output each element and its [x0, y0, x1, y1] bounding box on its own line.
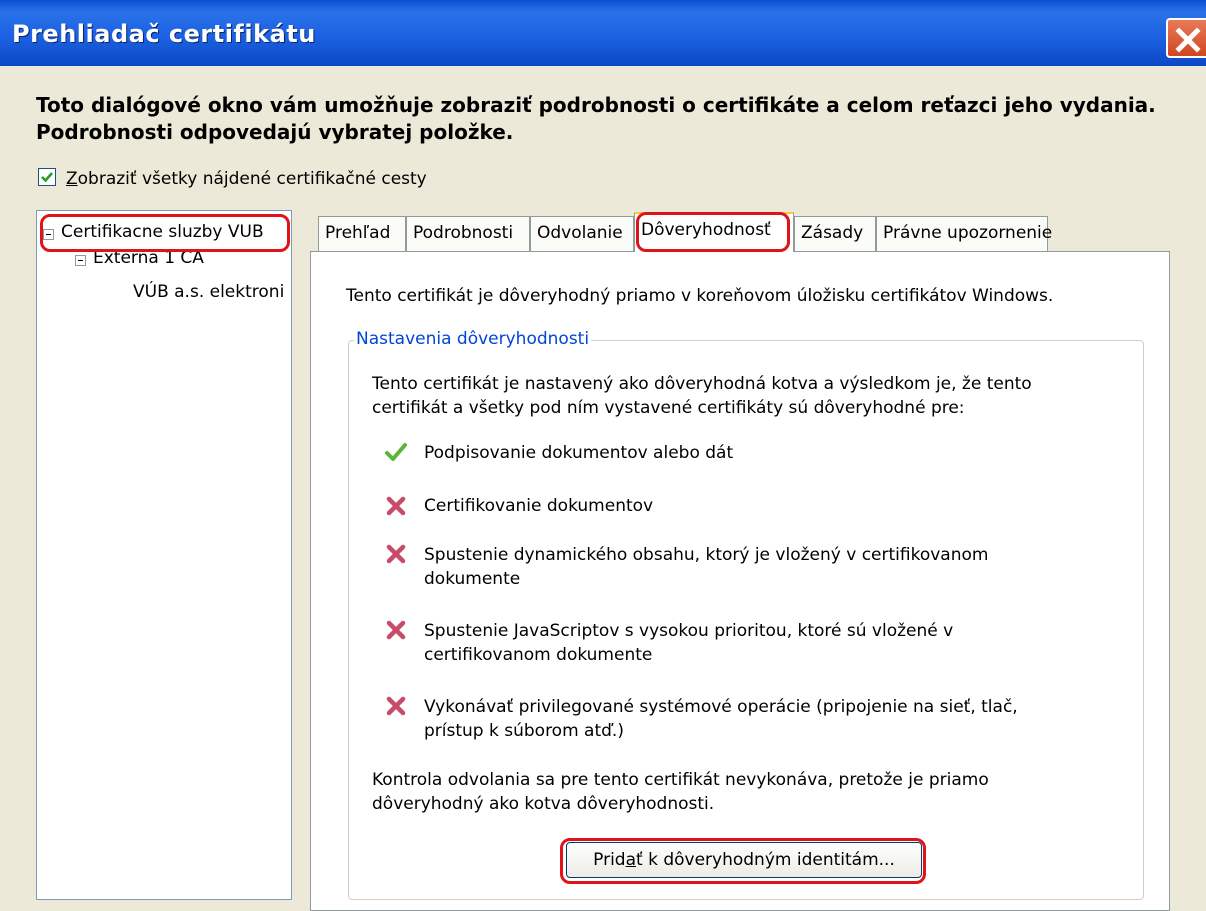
- show-all-paths-checkbox[interactable]: [38, 168, 56, 186]
- tab-pravne-upozornenie[interactable]: Právne upozornenie: [876, 216, 1052, 251]
- tab-highlight-annotation: [636, 212, 790, 252]
- trust-settings-title: Nastavenia dôveryhodnosti: [354, 329, 592, 349]
- access-key-letter: Z: [66, 169, 78, 189]
- trust-item-5-line-2: prístup k súborom atď.): [424, 721, 624, 741]
- trust-item-1: Podpisovanie dokumentov alebo dát: [424, 443, 734, 463]
- trust-item-4: Spustenie JavaScriptov s vysokou priorit…: [424, 619, 953, 667]
- revocation-note: Kontrola odvolania sa pre tento certifik…: [372, 768, 989, 816]
- trust-intro-line-1: Tento certifikát je nastavený ako dôvery…: [372, 374, 1032, 394]
- button-highlight-annotation: [560, 838, 926, 884]
- close-icon: [1175, 27, 1201, 53]
- dialog-description: Toto dialógové okno vám umožňuje zobrazi…: [36, 92, 1156, 146]
- title-bar: Prehliadač certifikátu: [0, 0, 1206, 66]
- check-icon: [385, 443, 407, 461]
- tree-item-leaf[interactable]: VÚB a.s. elektroni: [133, 282, 284, 302]
- revocation-note-line-2: dôveryhodný ako kotva dôveryhodnosti.: [372, 794, 715, 814]
- trust-item-4-line-2: certifikovanom dokumente: [424, 645, 653, 665]
- trust-intro: Tento certifikát je nastavený ako dôvery…: [372, 372, 1032, 420]
- tab-prehlad[interactable]: Prehľad: [318, 216, 406, 251]
- cross-icon: [386, 696, 406, 716]
- cross-icon: [386, 544, 406, 564]
- trust-item-2: Certifikovanie dokumentov: [424, 496, 654, 516]
- tab-zasady[interactable]: Zásady: [794, 216, 876, 251]
- checkmark-icon: [41, 172, 53, 183]
- description-line-2: Podrobnosti odpovedajú vybratej položke.: [36, 120, 514, 144]
- cross-icon: [386, 620, 406, 640]
- show-all-paths-label[interactable]: Zobraziť všetky nájdené certifikačné ces…: [66, 169, 427, 189]
- window-title: Prehliadač certifikátu: [12, 20, 316, 48]
- trust-item-3-line-2: dokumente: [424, 569, 521, 589]
- tab-odvolanie[interactable]: Odvolanie: [530, 216, 634, 251]
- description-line-1: Toto dialógové okno vám umožňuje zobrazi…: [36, 93, 1156, 117]
- root-highlight-annotation: [40, 214, 290, 252]
- trust-item-4-line-1: Spustenie JavaScriptov s vysokou priorit…: [424, 621, 954, 641]
- revocation-note-line-1: Kontrola odvolania sa pre tento certifik…: [372, 770, 989, 790]
- trust-item-5-line-1: Vykonávať privilegované systémové operác…: [424, 697, 1018, 717]
- trust-item-3-line-1: Spustenie dynamického obsahu, ktorý je v…: [424, 545, 989, 565]
- close-button[interactable]: [1166, 18, 1206, 58]
- trust-intro-line-2: certifikát a všetky pod ním vystavené ce…: [372, 398, 965, 418]
- trust-summary: Tento certifikát je dôveryhodný priamo v…: [346, 286, 1054, 306]
- tab-podrobnosti[interactable]: Podrobnosti: [406, 216, 530, 251]
- cross-icon: [386, 496, 406, 516]
- collapse-child-icon[interactable]: [75, 255, 86, 266]
- trust-item-5: Vykonávať privilegované systémové operác…: [424, 695, 1018, 743]
- trust-item-3: Spustenie dynamického obsahu, ktorý je v…: [424, 543, 988, 591]
- certificate-tree[interactable]: Certifikacne sluzby VUB Externa 1 CA VÚB…: [36, 210, 292, 900]
- show-all-paths-text: obraziť všetky nájdené certifikačné cest…: [77, 169, 427, 189]
